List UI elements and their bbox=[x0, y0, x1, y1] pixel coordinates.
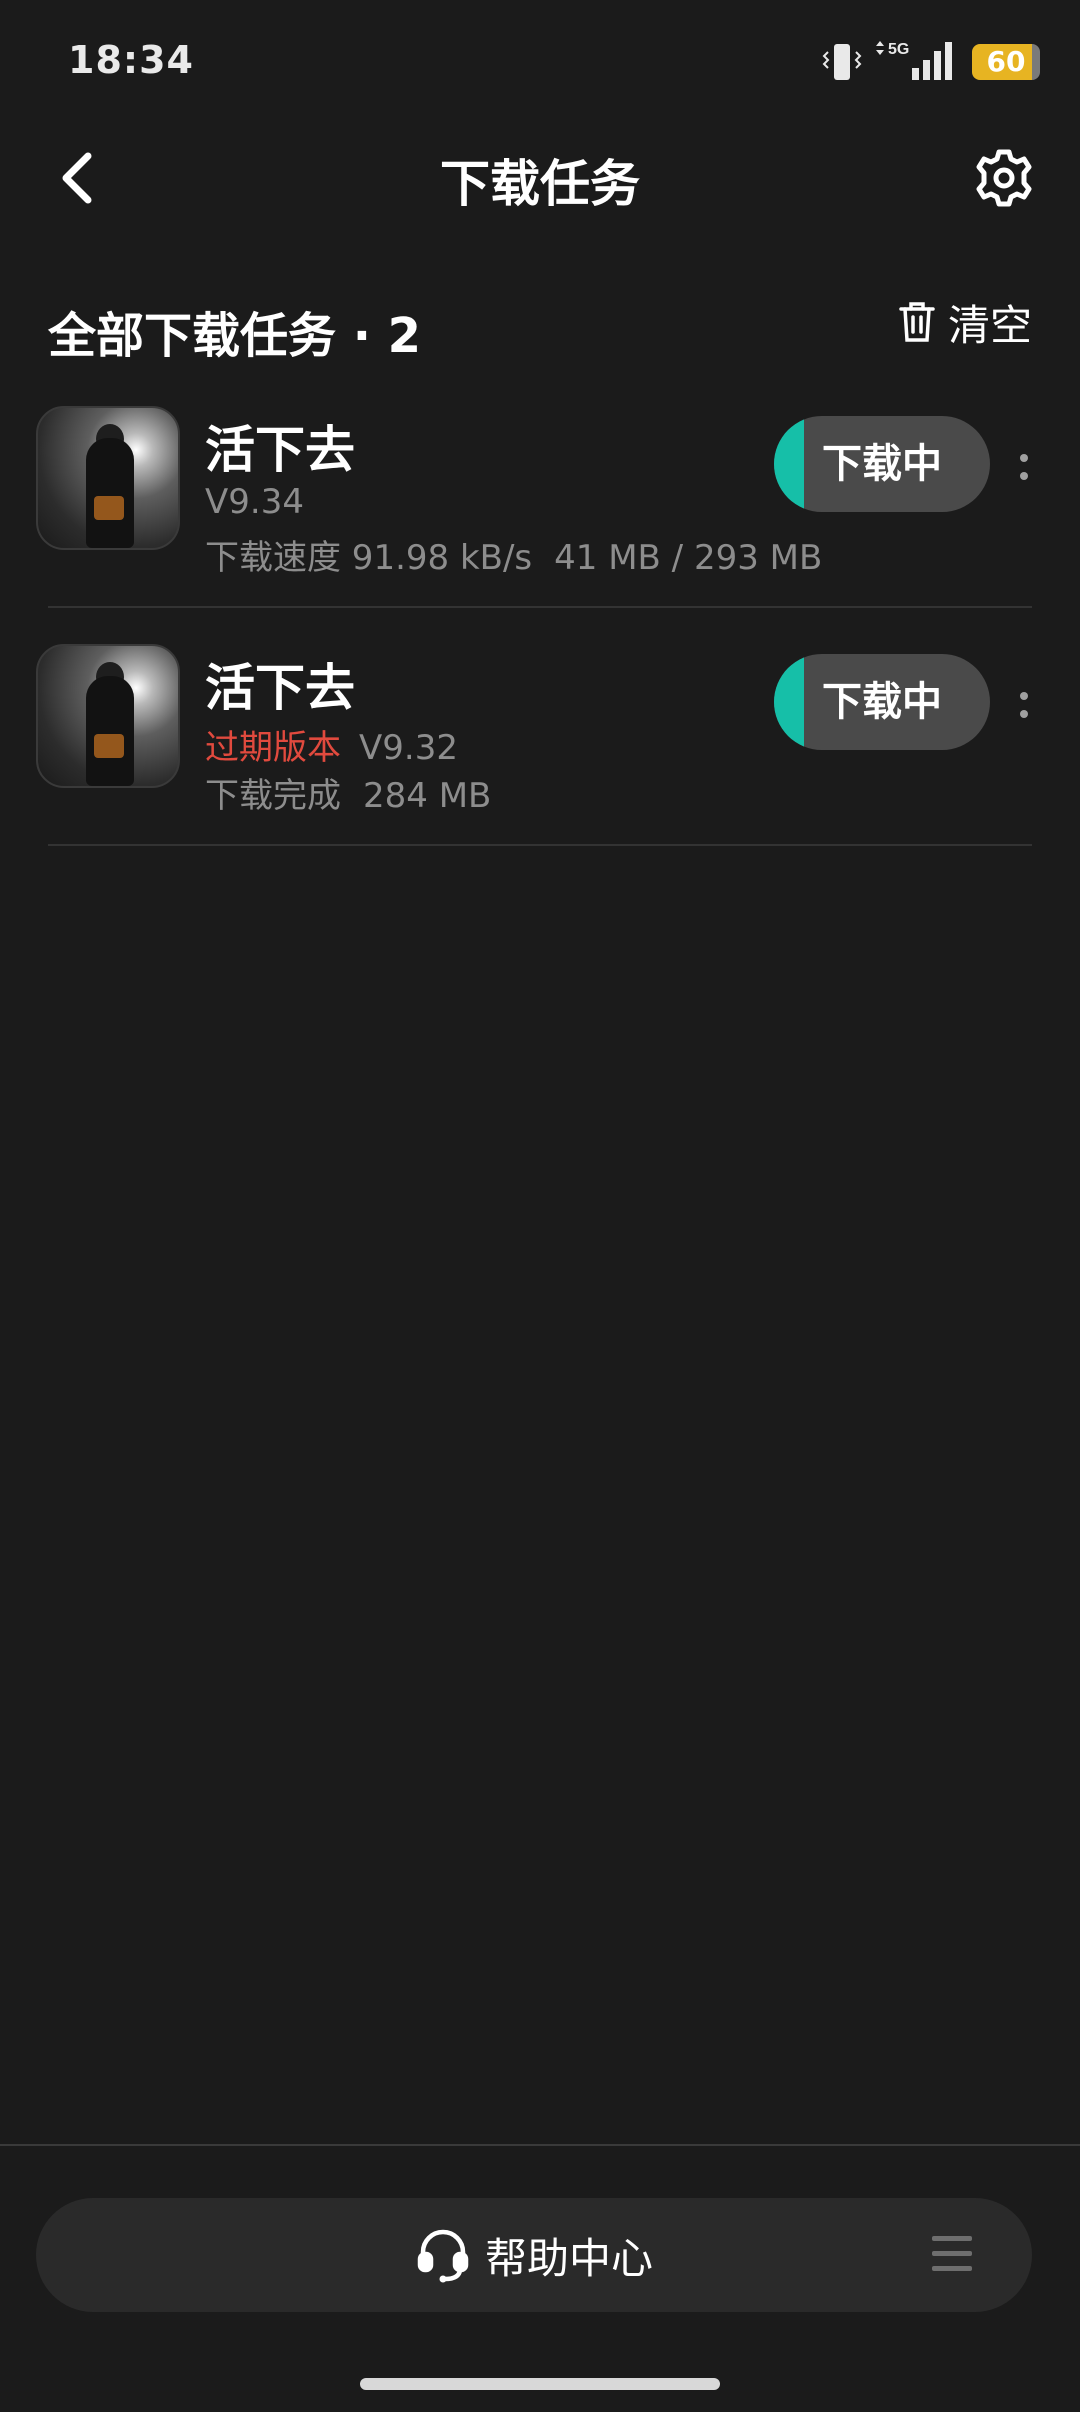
battery-level: 60 bbox=[986, 45, 1026, 78]
headset-icon bbox=[417, 2229, 469, 2283]
download-size: 284 MB bbox=[363, 776, 492, 816]
section-title: 全部下载任务 · 2 bbox=[48, 308, 422, 364]
app-name: 活下去 bbox=[205, 659, 355, 717]
signal-5g-icon: 5G bbox=[876, 41, 952, 80]
download-speed: 下载速度 91.98 kB/s bbox=[205, 538, 533, 578]
app-version-line: 过期版本 V9.32 bbox=[205, 720, 458, 769]
downloading-button-label: 下载中 bbox=[822, 441, 942, 487]
vibrate-icon bbox=[822, 44, 862, 80]
app-version-line: V9.34 bbox=[205, 482, 304, 522]
trash-icon bbox=[899, 302, 935, 342]
battery-icon: 60 bbox=[972, 44, 1042, 80]
app-version: V9.32 bbox=[359, 728, 458, 768]
expired-version-label: 过期版本 bbox=[205, 728, 341, 768]
status-bar: 18:34 5G 60 bbox=[0, 0, 1080, 124]
app-name: 活下去 bbox=[205, 421, 355, 479]
item-divider bbox=[48, 844, 1032, 846]
downloading-button-label: 下载中 bbox=[822, 679, 942, 725]
help-center-label: 帮助中心 bbox=[484, 2233, 653, 2283]
app-icon bbox=[36, 406, 180, 550]
download-item[interactable]: 活下去 V9.34 下载速度 91.98 kB/s 41 MB / 293 MB … bbox=[0, 370, 1080, 608]
app-icon bbox=[36, 644, 180, 788]
network-label: 5G bbox=[888, 41, 909, 58]
app-version: V9.34 bbox=[205, 482, 304, 522]
help-center-bar[interactable]: 帮助中心 bbox=[36, 2198, 1032, 2312]
downloading-button[interactable]: 下载中 bbox=[774, 654, 990, 750]
clear-button[interactable]: 清空 bbox=[898, 292, 1032, 352]
gear-icon[interactable] bbox=[972, 146, 1036, 210]
more-options-button[interactable] bbox=[1012, 446, 1036, 486]
status-icons: 5G 60 bbox=[820, 38, 1080, 86]
download-item[interactable]: 活下去 过期版本 V9.32 下载完成 284 MB 下载中 bbox=[0, 608, 1080, 846]
status-time: 18:34 bbox=[68, 38, 194, 82]
download-size: 41 MB / 293 MB bbox=[554, 538, 823, 578]
more-options-button[interactable] bbox=[1012, 684, 1036, 724]
menu-icon[interactable] bbox=[932, 2236, 972, 2272]
home-indicator[interactable] bbox=[360, 2378, 720, 2390]
download-info: 下载完成 284 MB bbox=[205, 768, 491, 817]
app-header: 下载任务 bbox=[0, 124, 1080, 234]
download-status: 下载完成 bbox=[205, 776, 341, 816]
download-info: 下载速度 91.98 kB/s 41 MB / 293 MB bbox=[205, 530, 822, 579]
clear-label: 清空 bbox=[947, 300, 1032, 350]
downloading-button[interactable]: 下载中 bbox=[774, 416, 990, 512]
download-tasks-screen: 18:34 5G 60 下载任务 全部下载任务 · 2 清空 活下去 V9.34… bbox=[0, 0, 1080, 2412]
bottom-divider bbox=[0, 2144, 1080, 2146]
page-title: 下载任务 bbox=[440, 155, 640, 213]
